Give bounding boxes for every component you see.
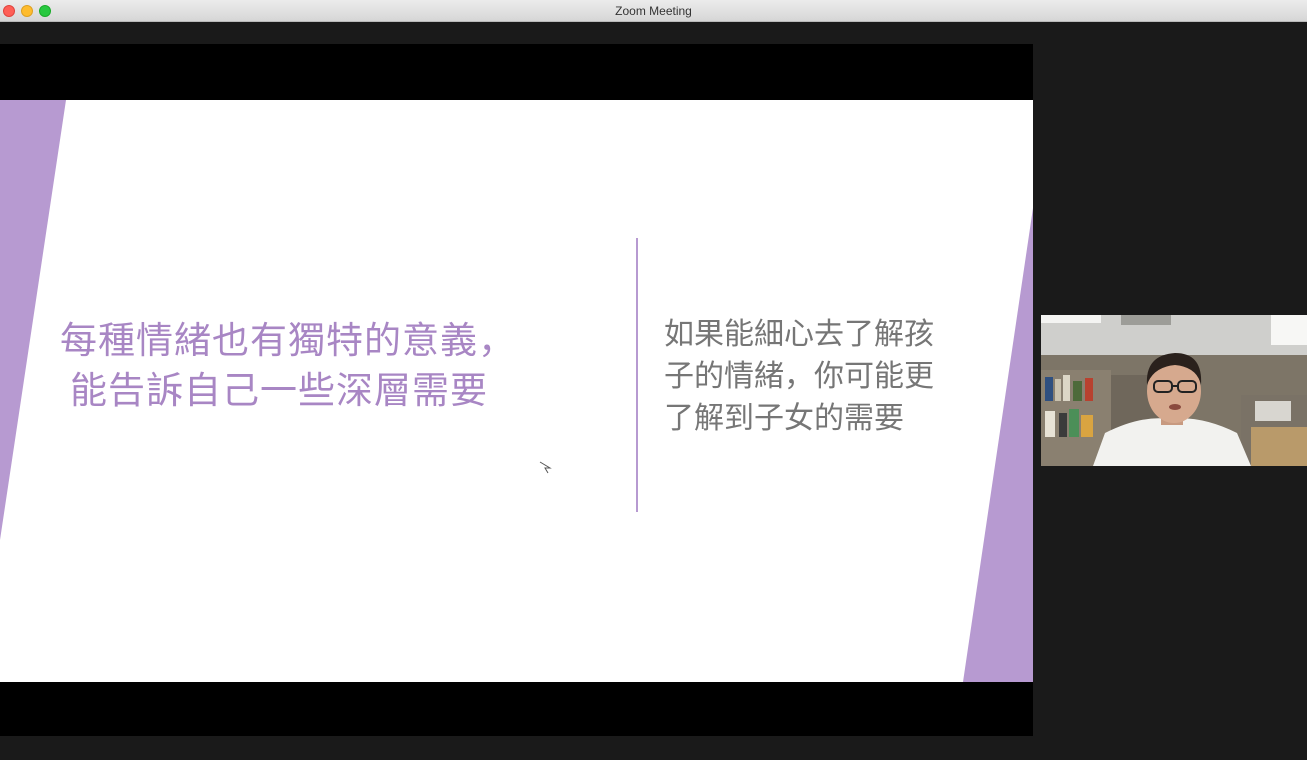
window-title: Zoom Meeting [615, 4, 692, 18]
slide-left-line-1: 每種情緒也有獨特的意義， [60, 319, 516, 362]
left-purple-band [0, 100, 66, 540]
slide-right-line-2: 子的情緒，你可能更 [664, 359, 934, 394]
slide-right-line-3: 了解到子女的需要 [664, 401, 904, 436]
right-purple-band [963, 208, 1033, 682]
pointer-cursor-icon [539, 461, 552, 474]
presentation-slide: 每種情緒也有獨特的意義， 能告訴自己一些深層需要 如果能細心去了解孩 子的情緒，… [0, 100, 1033, 682]
slide-divider [636, 238, 638, 512]
zoom-window: Zoom Meeting 每種情緒也有獨特的意義， 能告訴自己一些深層需要 如果… [0, 0, 1307, 760]
participant-video-icon [1041, 315, 1307, 466]
slide-left-text: 每種情緒也有獨特的意義， 能告訴自己一些深層需要 [60, 316, 630, 416]
participant-video-tile[interactable] [1041, 315, 1307, 466]
title-bar[interactable]: Zoom Meeting [0, 0, 1307, 22]
slide-left-line-2: 能告訴自己一些深層需要 [70, 369, 488, 412]
slide-right-text: 如果能細心去了解孩 子的情緒，你可能更 了解到子女的需要 [664, 314, 994, 440]
screen-share-area[interactable]: 每種情緒也有獨特的意義， 能告訴自己一些深層需要 如果能細心去了解孩 子的情緒，… [0, 44, 1033, 736]
slide-right-line-1: 如果能細心去了解孩 [664, 317, 934, 352]
